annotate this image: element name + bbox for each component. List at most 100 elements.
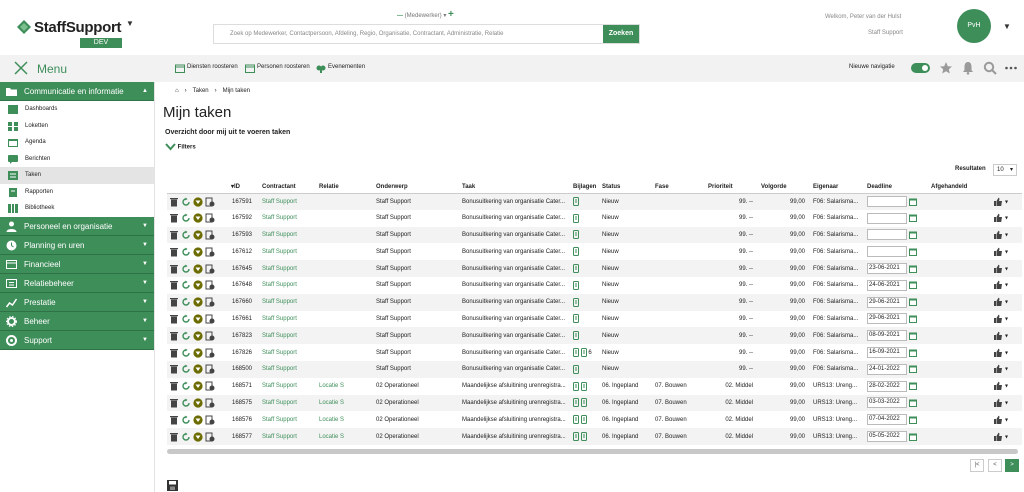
horizontal-scrollbar[interactable] [167,449,1018,454]
chevron-down-icon[interactable]: ▾ [1005,249,1008,255]
deadline-input[interactable]: 16-09-2021 [867,347,907,359]
cell-relatie[interactable]: Locatie S [317,428,374,445]
move-down-icon[interactable] [193,431,203,442]
table-row[interactable]: 167826 Staff Support Staff Support Bonusuit… [167,344,1022,361]
move-down-icon[interactable] [193,347,203,358]
delete-icon[interactable] [169,213,179,223]
move-down-icon[interactable] [193,398,203,408]
calendar-icon[interactable] [908,315,917,323]
open-task-icon[interactable] [205,364,215,374]
refresh-icon[interactable] [181,213,191,223]
table-row[interactable]: 168571 Staff Support Locatie S 02 Operation… [167,378,1022,395]
deadline-input[interactable] [867,246,907,258]
calendar-icon[interactable] [908,231,917,239]
table-row[interactable]: 167591 Staff Support Staff Support Bonusuit… [167,193,1022,210]
calendar-icon[interactable] [908,298,917,307]
delete-icon[interactable] [169,297,179,307]
open-task-icon[interactable] [205,381,215,391]
cell-contractant[interactable]: Staff Support [260,344,317,361]
sidebar-item-bibliotheek[interactable]: Bibliotheek [0,200,154,217]
staffsupport-logo[interactable]: StaffSupport DEV [16,17,122,48]
chevron-down-icon[interactable]: ▾ [1005,199,1008,205]
open-task-icon[interactable] [205,197,215,207]
refresh-icon[interactable] [181,230,191,240]
delete-icon[interactable] [169,415,179,425]
sidebar-section-support[interactable]: Support ▼ [0,330,154,350]
open-task-icon[interactable] [205,398,215,408]
menu-button[interactable]: Menu [14,61,74,77]
refresh-icon[interactable] [181,398,191,408]
user-menu-caret-icon[interactable]: ▼ [1003,22,1011,31]
calendar-icon[interactable] [908,214,917,223]
thumbs-up-icon[interactable] [993,297,1003,307]
chevron-down-icon[interactable]: ▾ [1005,367,1008,373]
chevron-down-icon[interactable]: ▾ [1005,300,1008,306]
table-row[interactable]: 167645 Staff Support Staff Support Bonusuit… [167,260,1022,277]
chevron-down-icon[interactable]: ▾ [1005,283,1008,289]
deadline-input[interactable]: 03-03-2022 [867,397,907,409]
cell-contractant[interactable]: Staff Support [260,311,317,328]
search-button[interactable]: Zoeken [603,25,639,43]
thumbs-up-icon[interactable] [993,415,1003,425]
thumbs-up-icon[interactable] [993,264,1003,274]
column-header-bijlagen[interactable]: Bijlagen [571,181,600,194]
cell-contractant[interactable]: Staff Support [260,260,317,277]
chevron-down-icon[interactable]: ▾ [1005,317,1008,323]
search-input[interactable]: Zoek op Medewerker, Contactpersoon, Afde… [230,31,503,37]
link-diensten-roosteren[interactable]: Diensten roosteren [187,64,238,70]
delete-icon[interactable] [169,348,179,358]
thumbs-up-icon[interactable] [993,230,1003,240]
cell-contractant[interactable]: Staff Support [260,411,317,428]
first-page-button[interactable]: |< [970,459,984,472]
attachment-icon[interactable] [573,297,579,307]
delete-icon[interactable] [169,264,179,274]
table-row[interactable]: 168500 Staff Support Staff Support Bonusuit… [167,360,1022,378]
move-down-icon[interactable] [193,263,203,274]
sidebar-item-taken[interactable]: Taken [0,167,154,184]
cell-contractant[interactable]: Staff Support [260,428,317,445]
column-header-status[interactable]: Status [600,181,653,194]
sidebar-item-agenda[interactable]: Agenda [0,134,154,151]
delete-icon[interactable] [169,364,179,374]
delete-icon[interactable] [169,432,179,442]
attachment-icon[interactable] [573,197,579,207]
attachment-icon[interactable] [580,398,587,408]
open-task-icon[interactable] [205,314,215,324]
refresh-icon[interactable] [181,348,191,358]
sidebar-item-loketten[interactable]: Loketten [0,118,154,135]
open-task-icon[interactable] [205,331,215,341]
calendar-icon[interactable] [908,265,917,273]
column-header-volgorde[interactable]: Volgorde [759,181,811,194]
move-down-icon[interactable] [193,415,203,425]
sidebar-section-planning[interactable]: Planning en uren ▼ [0,235,154,255]
star-icon[interactable] [939,61,953,75]
cell-contractant[interactable]: Staff Support [260,378,317,395]
open-task-icon[interactable] [205,230,215,240]
column-header-id[interactable]: ▾ID [230,181,260,194]
role-selector[interactable]: — (Medewerker) ▾ + [397,9,454,20]
thumbs-up-icon[interactable] [993,398,1003,408]
calendar-icon[interactable] [908,433,917,441]
table-row[interactable]: 168575 Staff Support Locatie S 02 Operation… [167,394,1022,412]
cell-contractant[interactable]: Staff Support [260,293,317,311]
deadline-input[interactable] [867,229,907,241]
table-row[interactable]: 167648 Staff Support Staff Support Bonusuit… [167,277,1022,294]
refresh-icon[interactable] [181,280,191,290]
add-role-icon[interactable]: + [448,9,454,20]
refresh-icon[interactable] [181,364,191,374]
refresh-icon[interactable] [181,314,191,324]
table-row[interactable]: 167593 Staff Support Staff Support Bonusuit… [167,226,1022,244]
search-icon[interactable] [983,61,997,75]
calendar-icon[interactable] [908,248,917,256]
calendar-icon[interactable] [908,399,917,407]
attachment-icon[interactable] [573,280,579,290]
move-down-icon[interactable] [193,230,203,240]
chevron-down-icon[interactable]: ▾ [1005,216,1008,222]
attachment-icon[interactable] [573,213,579,223]
table-row[interactable]: 168576 Staff Support Locatie S 02 Operation… [167,411,1022,428]
delete-icon[interactable] [169,230,179,240]
table-row[interactable]: 167823 Staff Support Staff Support Bonusuit… [167,327,1022,345]
link-personen-roosteren[interactable]: Personen roosteren [257,64,310,70]
table-row[interactable]: 167592 Staff Support Staff Support Bonusuit… [167,210,1022,227]
refresh-icon[interactable] [181,264,191,274]
